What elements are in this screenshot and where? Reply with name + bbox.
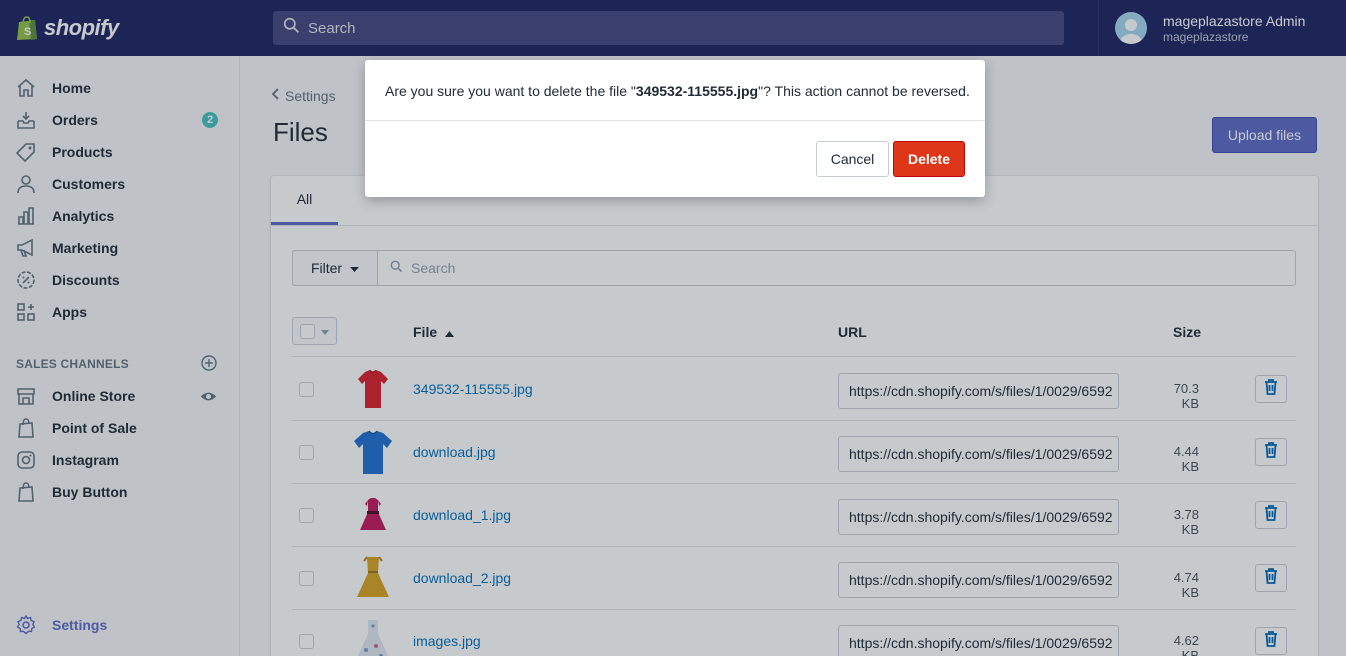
modal-message: Are you sure you want to delete the file… <box>385 83 970 99</box>
cancel-button[interactable]: Cancel <box>816 141 889 177</box>
delete-confirmation-modal: Are you sure you want to delete the file… <box>365 60 985 197</box>
modal-file-name: 349532-115555.jpg <box>635 83 759 99</box>
delete-button[interactable]: Delete <box>893 141 965 177</box>
modal-divider <box>365 120 985 121</box>
